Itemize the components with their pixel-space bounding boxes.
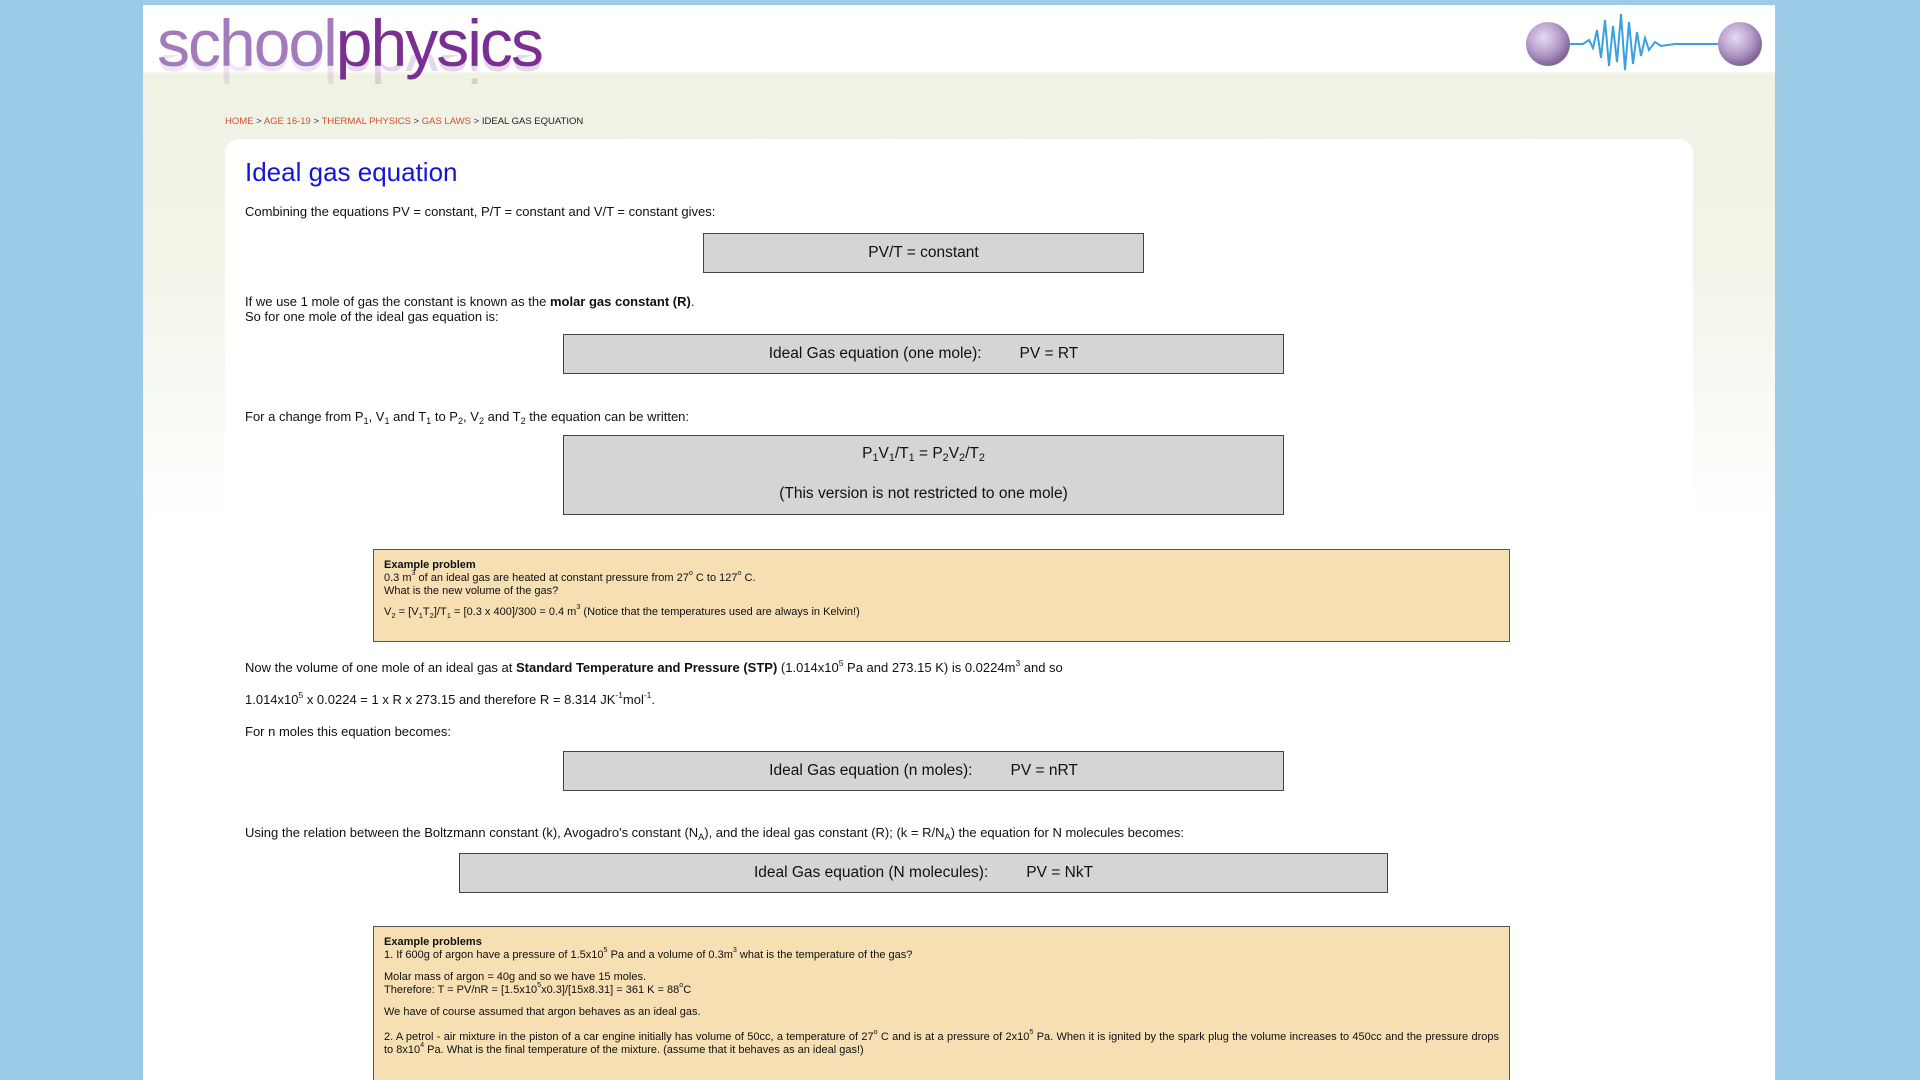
example-question: 0.3 m3 of an ideal gas are heated at con… bbox=[384, 569, 756, 584]
equation-label: Ideal Gas equation (one mole): bbox=[768, 345, 982, 362]
r-calculation-text: 1.014x105 x 0.0224 = 1 x R x 273.15 and … bbox=[245, 690, 656, 707]
breadcrumb-home[interactable]: HOME bbox=[225, 116, 254, 127]
example-answer-line-2: Therefore: T = PV/nR = [1.5x105x0.3]/[15… bbox=[384, 981, 692, 996]
example-answer-note: We have of course assumed that argon beh… bbox=[384, 1006, 701, 1018]
content-panel: Ideal gas equation Combining the equatio… bbox=[225, 139, 1693, 1080]
breadcrumb-current: IDEAL GAS EQUATION bbox=[481, 116, 584, 127]
page: schoolphysics schoolphysics HOME > AGE 1… bbox=[143, 5, 1775, 1080]
change-text: For a change from P1, V1 and T1 to P2, V… bbox=[245, 409, 690, 426]
molar-constant-text: If we use 1 mole of gas the constant is … bbox=[245, 294, 695, 324]
equation-box-n-molecules: Ideal Gas equation (N molecules): PV = Nk… bbox=[459, 853, 1388, 893]
breadcrumb-gas-laws[interactable]: GAS LAWS bbox=[422, 116, 471, 127]
equation-box-one-mole: Ideal Gas equation (one mole): PV = RT bbox=[563, 334, 1284, 374]
breadcrumb-age[interactable]: AGE 16-19 bbox=[264, 116, 311, 127]
equation-pvt: PV/T = constant bbox=[868, 244, 979, 261]
example-question-2: What is the new volume of the gas? bbox=[384, 585, 559, 597]
example-question-2: 2. A petrol - air mixture in the piston … bbox=[384, 1028, 1499, 1056]
intro-text: Combining the equations PV = constant, P… bbox=[245, 204, 716, 219]
equation-label: Ideal Gas equation (N molecules): bbox=[753, 864, 989, 881]
n-moles-intro: For n moles this equation becomes: bbox=[245, 724, 451, 739]
page-title: Ideal gas equation bbox=[245, 157, 458, 187]
equation-formula: PV = NkT bbox=[1026, 864, 1094, 881]
equation-box-change: P1V1/T1 = P2V2/T2 (This version is not r… bbox=[563, 435, 1284, 515]
breadcrumb-thermal-physics[interactable]: THERMAL PHYSICS bbox=[322, 116, 411, 127]
molar-constant-term: molar gas constant (R) bbox=[549, 294, 691, 309]
equation-formula: PV = nRT bbox=[1010, 762, 1078, 779]
equation-box-n-moles: Ideal Gas equation (n moles): PV = nRT bbox=[563, 751, 1284, 791]
boltzmann-text: Using the relation between the Boltzmann… bbox=[245, 825, 1184, 842]
equation-box-pvt: PV/T = constant bbox=[703, 233, 1144, 273]
breadcrumb: HOME > AGE 16-19 > THERMAL PHYSICS > GAS… bbox=[225, 116, 584, 127]
stp-text: Now the volume of one mole of an ideal g… bbox=[245, 658, 1063, 675]
oscillating-wave-between-spheres-icon bbox=[1526, 13, 1762, 71]
example-problems-box: Example problems 1. If 600g of argon hav… bbox=[373, 926, 1510, 1080]
equation-formula: PV = RT bbox=[1019, 345, 1079, 362]
site-logo[interactable]: schoolphysics schoolphysics bbox=[157, 7, 597, 117]
logo-reflection: schoolphysics bbox=[157, 55, 542, 95]
equation-combined: P1V1/T1 = P2V2/T2 bbox=[862, 445, 985, 464]
example-problem-box: Example problem 0.3 m3 of an ideal gas a… bbox=[373, 549, 1510, 642]
example-answer-line-1: Molar mass of argon = 40g and so we have… bbox=[384, 971, 647, 983]
example-question-1: 1. If 600g of argon have a pressure of 1… bbox=[384, 946, 913, 961]
example-answer: V2 = [V1T2]/T1 = [0.3 x 400]/300 = 0.4 m… bbox=[384, 603, 860, 620]
equation-note: (This version is not restricted to one m… bbox=[779, 485, 1068, 502]
example-heading: Example problems bbox=[384, 936, 482, 948]
stp-term: Standard Temperature and Pressure (STP) bbox=[516, 660, 778, 675]
example-heading: Example problem bbox=[384, 559, 476, 571]
equation-label: Ideal Gas equation (n moles): bbox=[769, 762, 973, 779]
